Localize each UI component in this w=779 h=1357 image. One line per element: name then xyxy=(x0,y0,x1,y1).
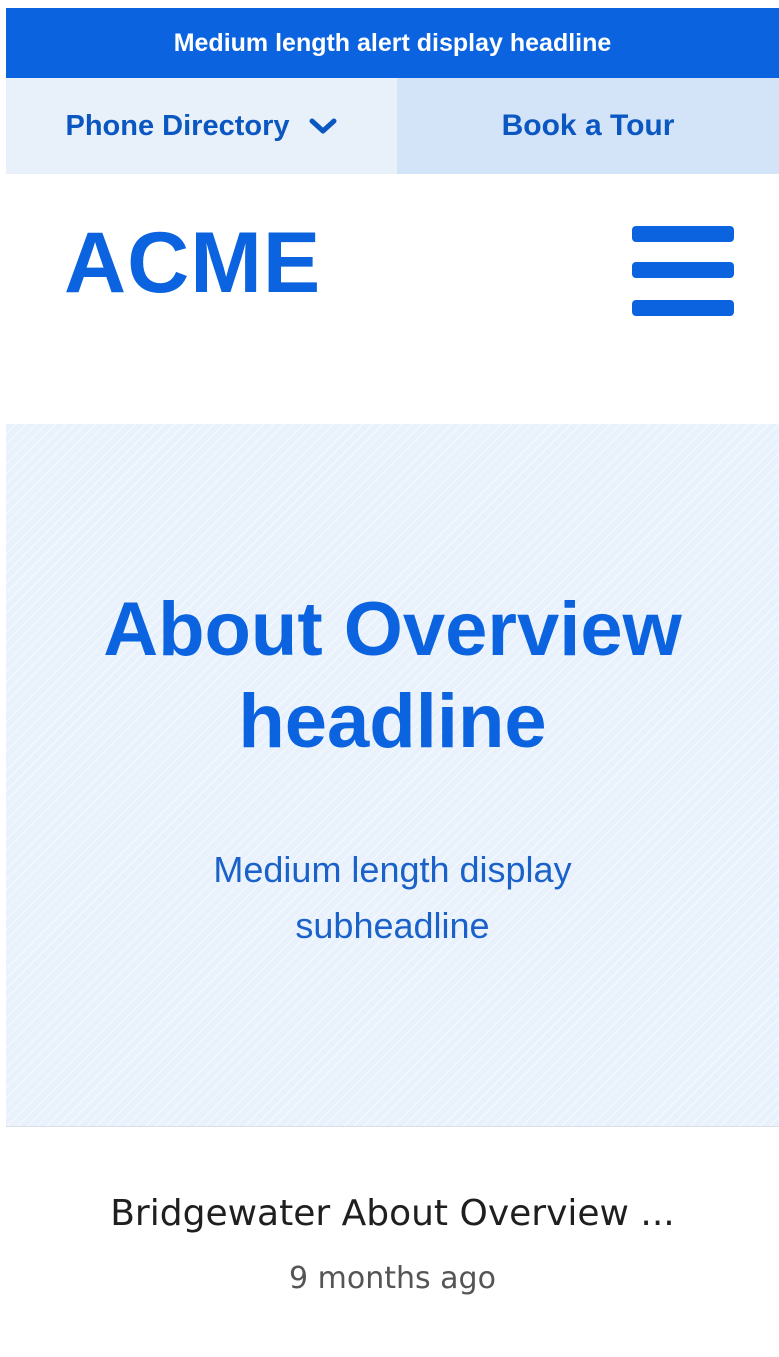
hero-subtitle-line-1: Medium length display xyxy=(213,849,572,890)
article-card[interactable]: Bridgewater About Overview ... 9 months … xyxy=(6,1127,779,1357)
hero-section: About Overview headline Medium length di… xyxy=(6,424,779,1126)
alert-banner: Medium length alert display headline xyxy=(6,8,779,78)
book-tour-label: Book a Tour xyxy=(501,109,675,142)
book-tour-button[interactable]: Book a Tour xyxy=(397,78,779,174)
article-title[interactable]: Bridgewater About Overview ... xyxy=(6,1193,779,1234)
article-timestamp: 9 months ago xyxy=(289,1261,496,1296)
hero-title-line-2: headline xyxy=(238,679,547,764)
hamburger-line xyxy=(632,262,734,278)
hamburger-menu-icon[interactable] xyxy=(632,226,734,318)
chevron-down-icon xyxy=(308,116,338,136)
hero-subtitle: Medium length display subheadline xyxy=(6,842,779,954)
site-header: ACME xyxy=(6,174,779,424)
phone-directory-label: Phone Directory xyxy=(65,109,290,142)
phone-directory-dropdown[interactable]: Phone Directory xyxy=(6,78,397,174)
utility-nav: Phone Directory Book a Tour xyxy=(6,78,779,174)
hero-title-line-1: About Overview xyxy=(103,587,682,672)
hamburger-line xyxy=(632,226,734,242)
hero-subtitle-line-2: subheadline xyxy=(295,905,490,946)
logo[interactable]: ACME xyxy=(64,220,321,306)
alert-text: Medium length alert display headline xyxy=(173,28,612,57)
hero-title: About Overview headline xyxy=(6,584,779,768)
hamburger-line xyxy=(632,300,734,316)
